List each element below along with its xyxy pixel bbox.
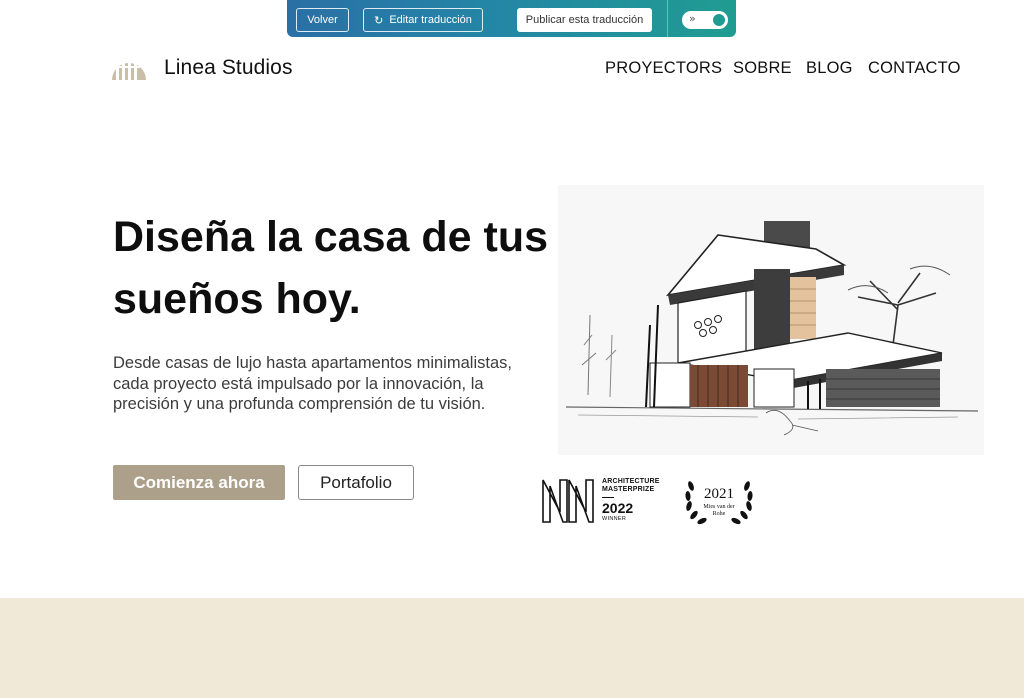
nav-blog[interactable]: BLOG [806,59,853,78]
refresh-edit-icon: ↻ [374,13,384,27]
toolbar-divider [667,0,668,37]
mies-award-year: 2021 [704,486,734,502]
masterprize-winner-label: WINNER [602,516,627,522]
translation-toolbar: Volver ↻ Editar traducción Publicar esta… [287,0,736,37]
nav-sobre[interactable]: SOBRE [733,59,792,78]
edit-translation-label: Editar traducción [389,14,472,26]
house-sketch-image [558,185,984,455]
masterprize-line2: MASTERPRIZE [602,486,655,493]
portfolio-button[interactable]: Portafolio [298,465,414,500]
masterprize-year: 2022 [602,500,634,516]
hero-headline-line1: Diseña la casa de tus [113,213,548,261]
back-button[interactable]: Volver [296,8,349,32]
publish-translation-button[interactable]: Publicar esta traducción [517,8,652,32]
hero-paragraph: Desde casas de lujo hasta apartamentos m… [113,354,512,413]
linea-studios-logo-icon[interactable] [110,50,148,82]
next-section-band [0,598,1024,698]
brand-name[interactable]: Linea Studios [164,56,293,80]
mies-award-line1: Mies van der [703,504,735,510]
hero-headline: Diseña la casa de tus sueños hoy. [113,206,573,330]
architecture-masterprize-award: ARCHITECTURE MASTERPRIZE 2022 WINNER [541,476,661,526]
mies-award-name: Mies van der Rohe [683,504,755,518]
toggle-knob [713,14,725,26]
masterprize-title: ARCHITECTURE MASTERPRIZE [602,478,660,494]
translation-toggle[interactable]: » [682,11,728,29]
start-now-button[interactable]: Comienza ahora [113,465,285,500]
masterprize-logo-icon [542,479,594,523]
masterprize-divider [602,497,614,498]
masterprize-line1: ARCHITECTURE [602,478,660,485]
double-chevron-icon: » [689,12,696,25]
nav-contacto[interactable]: CONTACTO [868,59,961,78]
mies-van-der-rohe-award: 2021 Mies van der Rohe [683,474,755,528]
mies-award-line2: Rohe [712,511,726,517]
edit-translation-button[interactable]: ↻ Editar traducción [363,8,483,32]
back-button-label: Volver [307,14,338,26]
publish-translation-label: Publicar esta traducción [525,14,644,26]
nav-proyectos[interactable]: PROYECTORS [605,59,722,78]
hero-headline-line2: sueños hoy. [113,275,361,323]
